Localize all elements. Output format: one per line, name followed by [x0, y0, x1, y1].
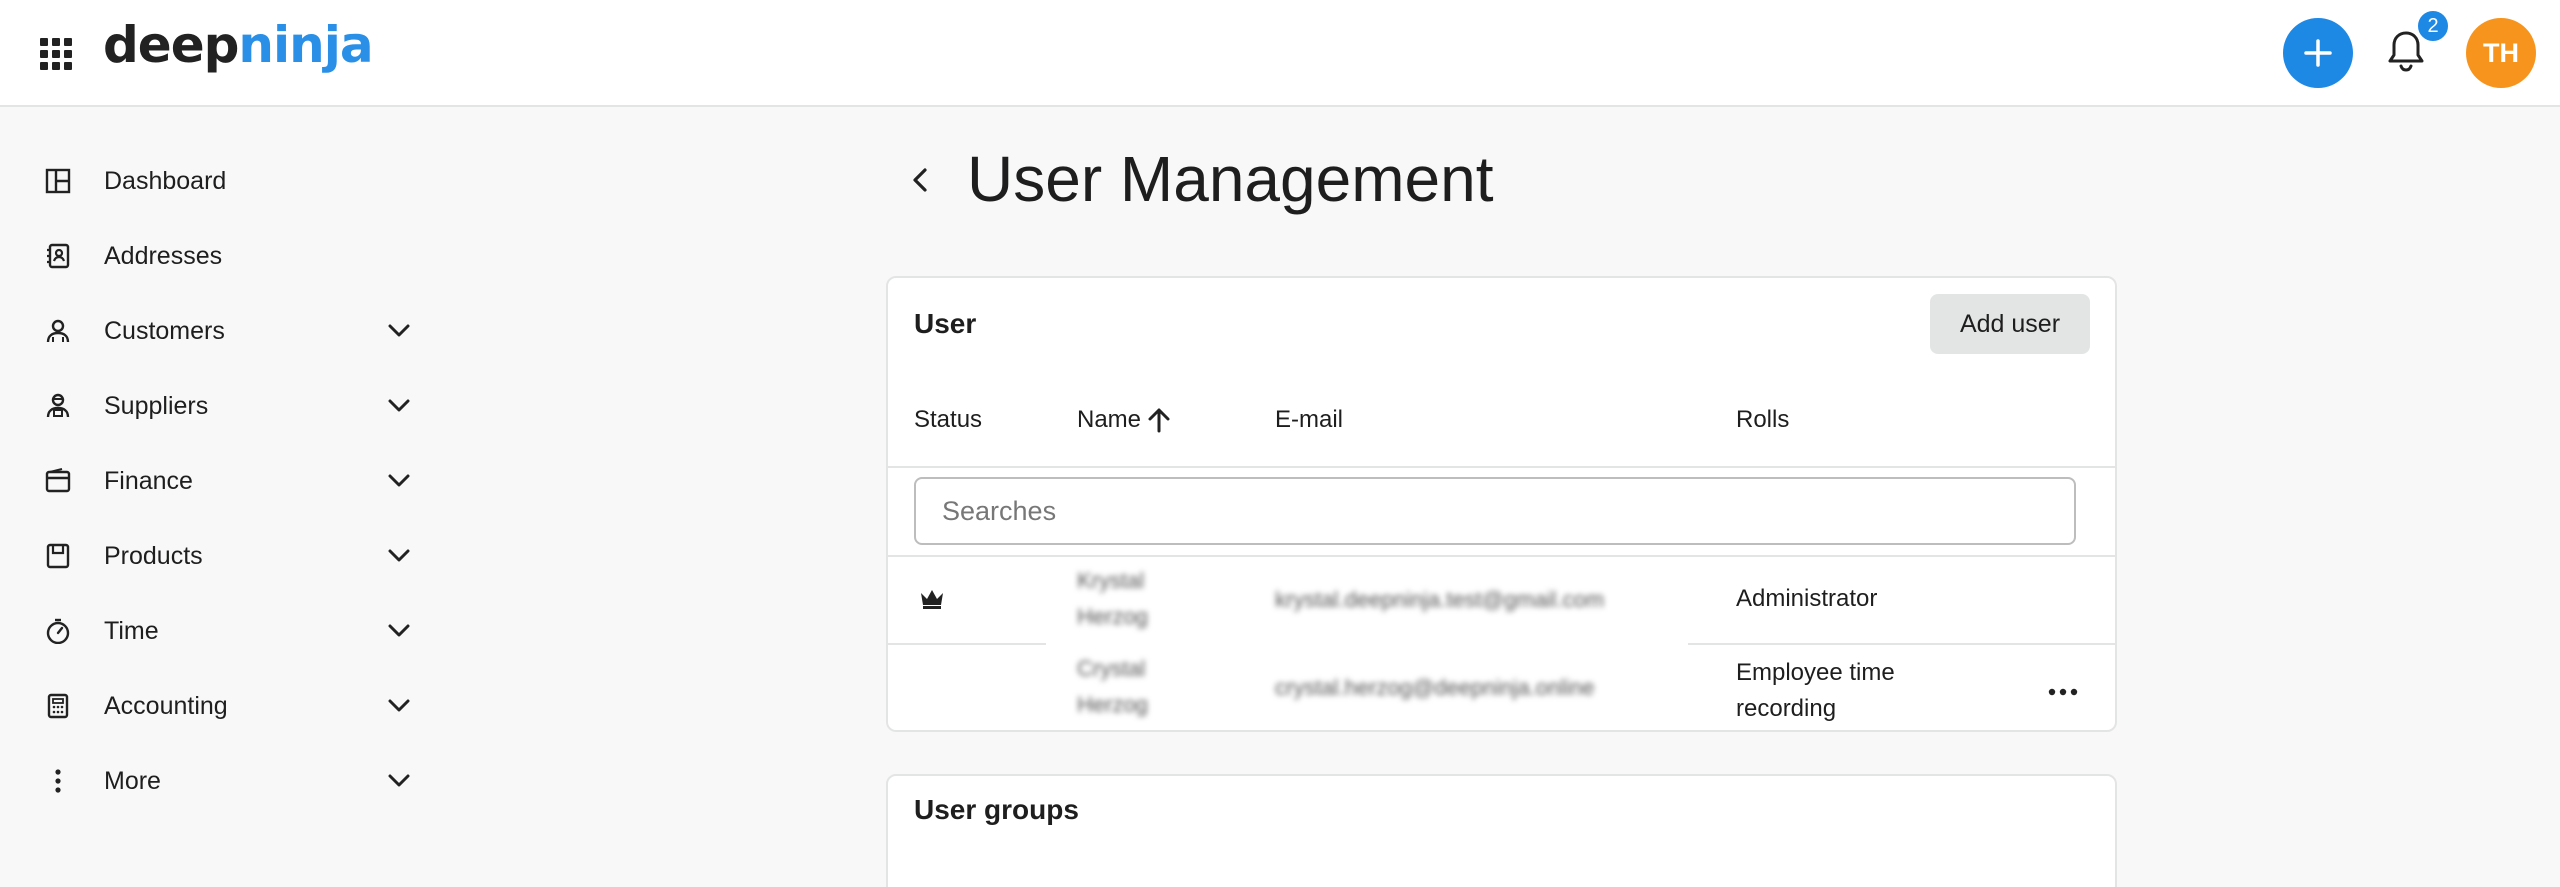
divider [888, 466, 2115, 468]
table-row[interactable]: Krystal Herzog krystal.deepninja.test@gm… [888, 557, 2115, 643]
sidebar-item-customers[interactable]: Customers [0, 301, 440, 361]
logo-text-ninja: ninja [238, 16, 373, 74]
user-role: Administrator [1736, 585, 1878, 612]
sidebar-item-accounting[interactable]: Accounting [0, 676, 440, 736]
column-header-email[interactable]: E-mail [1275, 406, 1343, 434]
chevron-down-icon[interactable] [385, 767, 413, 795]
add-user-button[interactable]: Add user [1930, 294, 2090, 354]
user-email: crystal.herzog@deepninja.online [1275, 675, 1595, 700]
sidebar-item-label: Suppliers [104, 391, 209, 420]
sidebar-item-dashboard[interactable]: Dashboard [0, 151, 440, 211]
sidebar-item-finance[interactable]: Finance [0, 451, 440, 511]
sidebar-item-more[interactable]: More [0, 751, 440, 811]
top-bar: deepninja 2 TH [0, 0, 2560, 107]
user-name: Crystal Herzog [1077, 651, 1148, 723]
user-email: krystal.deepninja.test@gmail.com [1275, 587, 1605, 612]
column-header-name-label: Name [1077, 406, 1142, 433]
apps-grid-icon[interactable] [40, 38, 72, 70]
crown-icon [918, 587, 946, 618]
wallet-icon [44, 467, 72, 495]
user-groups-card: User groups [886, 774, 2117, 887]
column-header-roles[interactable]: Rolls [1736, 406, 1789, 434]
column-header-name[interactable]: Name [1077, 406, 1171, 434]
sidebar-item-label: Addresses [104, 241, 223, 270]
user-name: Krystal Herzog [1077, 563, 1148, 635]
sidebar-item-label: Accounting [104, 691, 228, 720]
chevron-down-icon[interactable] [385, 467, 413, 495]
sidebar-item-label: Customers [104, 316, 225, 345]
chevron-down-icon[interactable] [385, 617, 413, 645]
avatar[interactable]: TH [2466, 18, 2536, 88]
chevron-down-icon[interactable] [385, 392, 413, 420]
address-book-icon [44, 242, 72, 270]
user-card: User Add user Status Name E-mail Rolls K… [886, 276, 2117, 732]
chevron-down-icon[interactable] [385, 542, 413, 570]
sidebar-item-addresses[interactable]: Addresses [0, 226, 440, 286]
user-role: Employee time recording [1736, 655, 1895, 727]
sidebar-item-label: Time [104, 616, 159, 645]
search-input[interactable] [914, 477, 2076, 545]
chevron-left-icon [913, 168, 927, 192]
chevron-down-icon[interactable] [385, 692, 413, 720]
sidebar-item-suppliers[interactable]: Suppliers [0, 376, 440, 436]
plus-icon [2304, 39, 2332, 67]
user-role-line: recording [1736, 695, 1837, 722]
card-title: User [914, 308, 977, 339]
logo-text-deep: deep [103, 16, 239, 74]
sidebar-item-time[interactable]: Time [0, 601, 440, 661]
logo[interactable]: deepninja [103, 16, 374, 74]
sidebar-item-label: More [104, 766, 161, 795]
row-actions-button[interactable] [2041, 677, 2085, 707]
more-horizontal-icon [2048, 688, 2078, 696]
card-title: User groups [914, 794, 1079, 825]
more-vertical-icon [44, 767, 72, 795]
sidebar-item-label: Finance [104, 466, 193, 495]
products-icon [44, 542, 72, 570]
table-row[interactable]: Crystal Herzog crystal.herzog@deepninja.… [888, 645, 2115, 731]
sidebar-item-products[interactable]: Products [0, 526, 440, 586]
calculator-icon [44, 692, 72, 720]
sort-ascending-icon [1147, 407, 1171, 433]
dashboard-icon [44, 167, 72, 195]
back-button[interactable] [900, 160, 940, 200]
chevron-down-icon[interactable] [385, 317, 413, 345]
customers-icon [44, 317, 72, 345]
create-button[interactable] [2283, 18, 2353, 88]
user-first-name: Krystal [1077, 568, 1145, 593]
stopwatch-icon [44, 617, 72, 645]
user-first-name: Crystal [1077, 656, 1146, 681]
notification-badge: 2 [2416, 9, 2450, 43]
column-header-status[interactable]: Status [914, 406, 982, 434]
user-last-name: Herzog [1077, 604, 1148, 629]
sidebar-item-label: Products [104, 541, 203, 570]
sidebar-item-label: Dashboard [104, 166, 227, 195]
page-title: User Management [967, 143, 1494, 215]
user-role-line: Employee time [1736, 659, 1895, 686]
suppliers-icon [44, 392, 72, 420]
user-last-name: Herzog [1077, 692, 1148, 717]
